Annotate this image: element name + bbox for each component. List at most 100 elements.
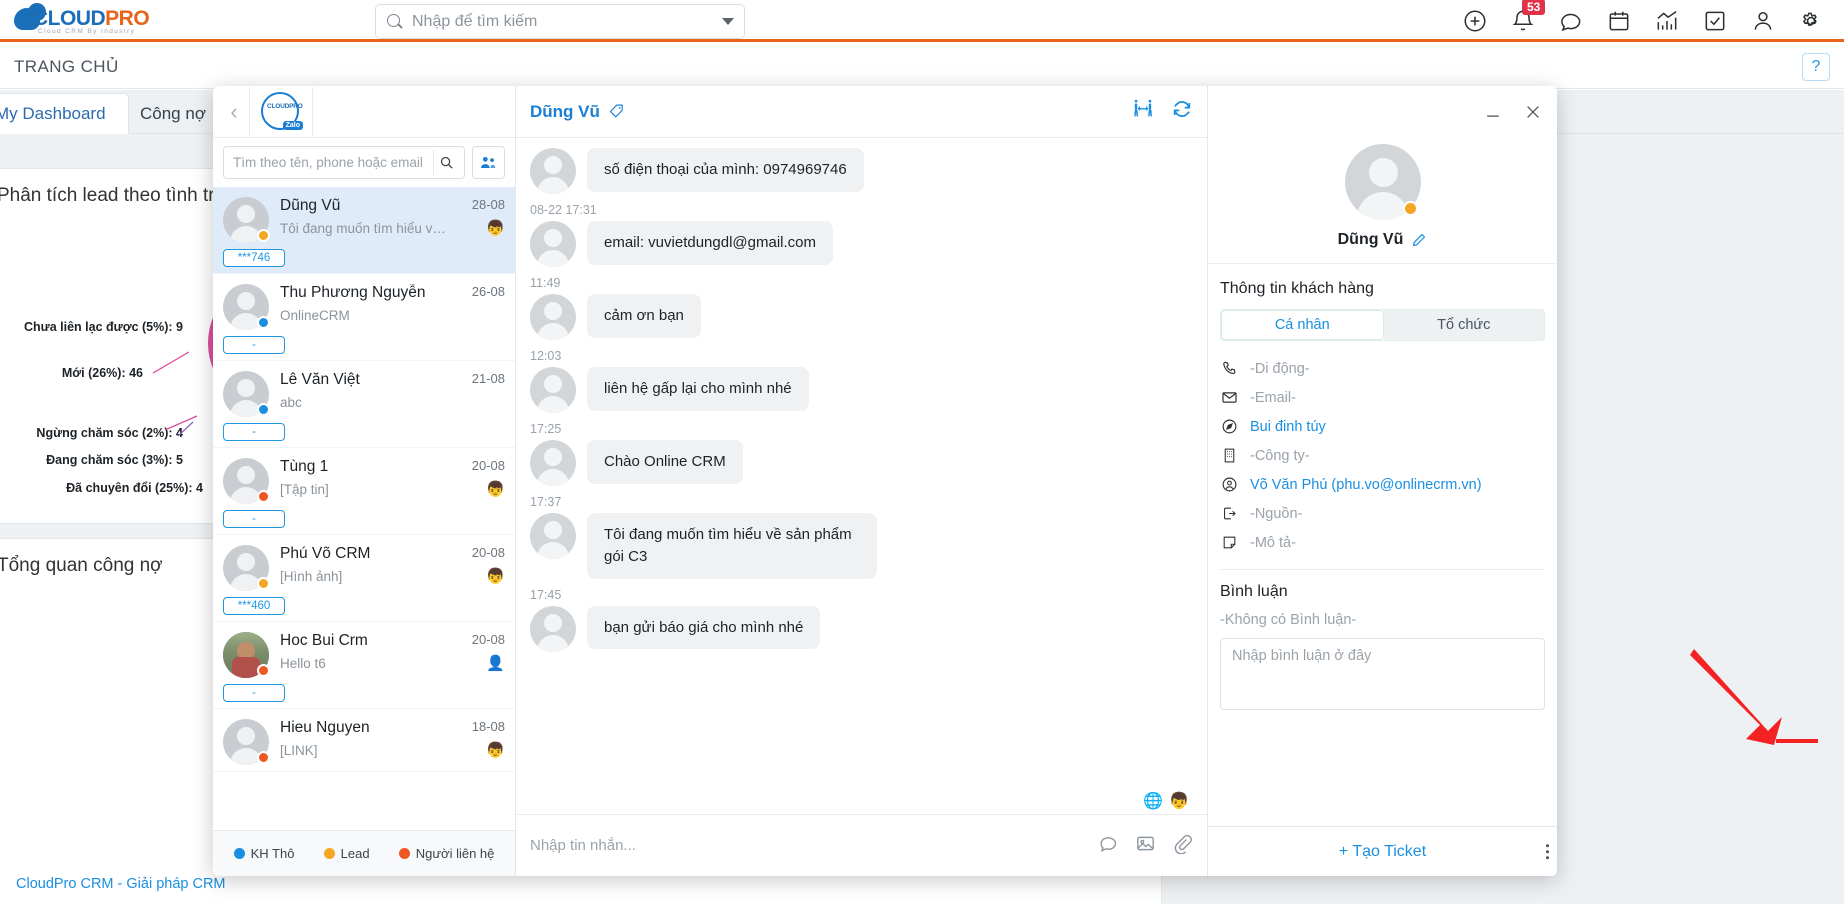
tab-ca-nhan[interactable]: Cá nhân [1221, 310, 1384, 340]
list-item[interactable]: Lê Văn Việt abc 21-08 - [213, 361, 515, 448]
status-badge[interactable]: - [223, 336, 285, 354]
field-value: -Công ty- [1250, 447, 1310, 464]
user-icon[interactable] [1750, 8, 1776, 34]
edit-icon[interactable] [1411, 232, 1427, 248]
refresh-icon[interactable] [1171, 98, 1193, 125]
list-item[interactable]: Tùng 1 [Tập tin] 20-08 👦 - [213, 448, 515, 535]
status-badge[interactable]: - [223, 423, 285, 441]
message-bubble: Tôi đang muốn tìm hiểu về sản phẩm gói C… [587, 513, 877, 579]
list-item-name: Dũng Vũ [280, 197, 341, 214]
status-dot [257, 751, 270, 764]
message-item: bạn gửi báo giá cho mình nhé [516, 605, 1207, 652]
legend-label: KH Thô [250, 846, 295, 861]
list-item-preview: Hello t6 [280, 656, 326, 671]
add-circle-icon[interactable] [1462, 8, 1488, 34]
status-badge[interactable]: - [223, 684, 285, 702]
conversation-search[interactable] [223, 146, 465, 179]
avatar [223, 545, 270, 591]
globe-icon[interactable]: 🌐 [1143, 791, 1163, 811]
search-icon[interactable] [433, 150, 458, 175]
tab-my-dashboard[interactable]: My Dashboard [0, 93, 129, 134]
field-value[interactable]: Võ Văn Phú (phu.vo@onlinecrm.vn) [1250, 477, 1482, 493]
conversation-search-row [213, 138, 515, 187]
gear-icon[interactable] [1798, 8, 1824, 34]
chart-icon[interactable] [1654, 8, 1680, 34]
attachment-icon[interactable] [1172, 833, 1193, 859]
create-ticket-button[interactable]: + Tạo Ticket [1339, 843, 1426, 861]
status-dot [257, 316, 270, 329]
group-filter-button[interactable] [472, 146, 505, 179]
status-badge[interactable]: ***460 [223, 597, 285, 615]
message-bubble: email: vuvietdungdl@gmail.com [587, 221, 833, 265]
field-value: -Nguồn- [1250, 505, 1303, 522]
mail-icon [1220, 388, 1239, 407]
chevron-right-icon[interactable]: › [213, 92, 217, 132]
search-input[interactable] [412, 12, 716, 31]
minimize-icon[interactable] [1483, 102, 1503, 122]
account-icon [1220, 475, 1239, 494]
message-input[interactable] [530, 837, 1098, 854]
legend-dot [398, 848, 410, 859]
chevron-down-icon[interactable] [722, 18, 734, 25]
conversation-list[interactable]: Dũng Vũ Tôi đang muốn tìm hiểu về sản...… [213, 187, 515, 830]
list-item-preview: OnlineCRM [280, 308, 350, 323]
help-icon[interactable]: ? [1802, 53, 1830, 81]
comment-title: Bình luận [1220, 583, 1288, 600]
list-item[interactable]: Hoc Bui Crm Hello t6 20-08 👤 - [213, 622, 515, 709]
tab-to-chuc[interactable]: Tổ chức [1383, 310, 1544, 340]
field-description[interactable]: -Mô tả- [1220, 528, 1545, 557]
zalo-icon: CLOUDPRO Zalo [260, 91, 303, 133]
transfer-chat-icon[interactable] [1132, 98, 1154, 125]
quick-reply-icon[interactable] [1098, 833, 1119, 859]
bell-icon[interactable]: 53 [1510, 0, 1546, 34]
field-company[interactable]: -Công ty- [1220, 441, 1545, 470]
footer-link[interactable]: CloudPro CRM - Giải pháp CRM [16, 876, 226, 892]
list-item-preview: [Tập tin] [280, 482, 329, 497]
list-item-preview: [Hình ảnh] [280, 569, 343, 584]
conversation-search-input[interactable] [233, 155, 433, 170]
message-bubble: số điện thoại của mình: 0974969746 [587, 148, 864, 192]
message-list[interactable]: số điện thoại của mình: 0974969746 08-22… [516, 138, 1207, 814]
field-email[interactable]: -Email- [1220, 383, 1545, 412]
phone-icon [1220, 359, 1239, 378]
status-dot [257, 403, 270, 416]
building-icon [1220, 446, 1239, 465]
avatar [223, 371, 270, 417]
channel-bar: ‹ CLOUDPRO Zalo [213, 86, 515, 138]
assignee-avatar-icon: 👤 [486, 655, 505, 672]
status-badge[interactable]: - [223, 510, 285, 528]
app-logo[interactable]: CLOUDPRO Cloud CRM By Industry [14, 3, 184, 38]
field-mobile[interactable]: -Di động- [1220, 354, 1545, 383]
close-icon[interactable] [1523, 102, 1543, 122]
global-search[interactable] [375, 4, 745, 39]
source-icon [1220, 504, 1239, 523]
list-item[interactable]: Dũng Vũ Tôi đang muốn tìm hiểu về sản...… [213, 187, 515, 274]
calendar-icon[interactable] [1606, 8, 1632, 34]
field-owner[interactable]: Bui đinh túy [1220, 412, 1545, 441]
list-item-preview: [LINK] [280, 743, 318, 758]
more-options-icon[interactable] [1545, 843, 1549, 860]
field-value: -Mô tả- [1250, 534, 1296, 551]
field-account[interactable]: Võ Văn Phú (phu.vo@onlinecrm.vn) [1220, 470, 1545, 499]
checkbox-icon[interactable] [1702, 8, 1728, 34]
avatar [223, 632, 270, 678]
field-value[interactable]: Bui đinh túy [1250, 419, 1326, 435]
image-icon[interactable] [1135, 833, 1156, 859]
status-dot [257, 490, 270, 503]
list-item[interactable]: Thu Phương Nguyễn OnlineCRM 26-08 - [213, 274, 515, 361]
comment-input[interactable]: Nhập bình luận ở đây [1220, 638, 1545, 710]
top-icon-group: 53 [1462, 0, 1834, 42]
chat-widget: ‹ CLOUDPRO Zalo Tìm theo tên, phone hoặc… [213, 86, 1557, 876]
field-source[interactable]: -Nguồn- [1220, 499, 1545, 528]
list-item-preview: Tôi đang muốn tìm hiểu về sản... [280, 221, 453, 236]
status-badge[interactable]: ***746 [223, 249, 285, 267]
channel-zalo[interactable]: CLOUDPRO Zalo [249, 86, 313, 137]
list-item[interactable]: Phú Võ CRM [Hình ảnh] 20-08 👦 ***460 [213, 535, 515, 622]
list-item[interactable]: Hieu Nguyen [LINK] 18-08 👦 [213, 709, 515, 772]
tag-icon[interactable] [608, 103, 625, 120]
chevron-left-icon[interactable]: ‹ [219, 92, 249, 132]
logo-tagline: Cloud CRM By Industry [38, 28, 136, 35]
tab-cong-no[interactable]: Công nợ [118, 93, 228, 134]
legend-item-lead: Lead [323, 846, 370, 861]
chat-bubble-icon[interactable] [1558, 8, 1584, 34]
